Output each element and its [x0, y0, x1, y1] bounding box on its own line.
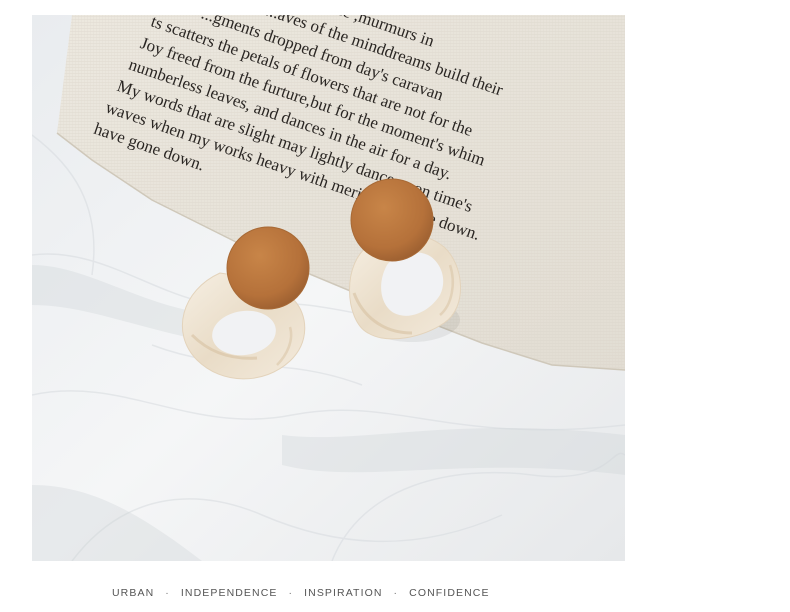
tagline-item-urban: URBAN [112, 587, 155, 599]
tagline-separator: · [288, 587, 294, 599]
tagline-item-confidence: CONFIDENCE [409, 587, 490, 599]
tagline-item-inspiration: INSPIRATION [304, 587, 383, 599]
product-photo: ance ,murmurs in ...aves of the minddrea… [32, 15, 625, 561]
brand-tagline: URBAN · INDEPENDENCE · INSPIRATION · CON… [112, 586, 490, 600]
tagline-separator: · [165, 587, 170, 599]
tagline-separator: · [393, 587, 399, 599]
tagline-item-independence: INDEPENDENCE [180, 587, 278, 599]
